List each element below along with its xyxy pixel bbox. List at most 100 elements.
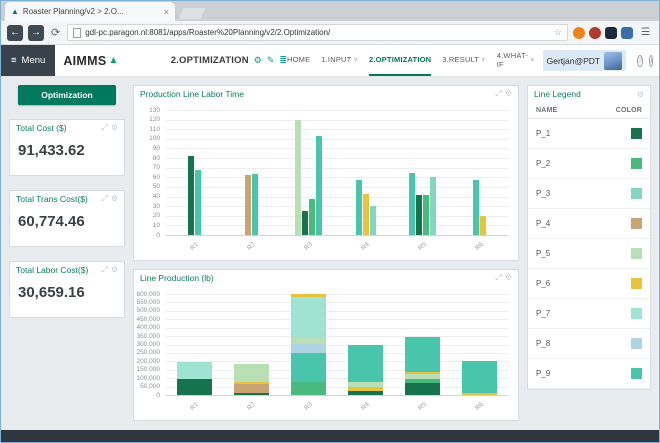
center-column: Production Line Labor Time ⤢ ⚙ 0 10 20 30 40… [133, 85, 519, 422]
favicon-icon: ▲ [11, 7, 19, 16]
segment-R4-P_9 [347, 345, 384, 382]
help-icon[interactable]: ? [637, 54, 644, 67]
url-input[interactable]: gdl-pc.paragon.nl:8081/apps/Roaster%20Pl… [67, 24, 569, 41]
total-cost-value: 91,433.62 [18, 142, 85, 159]
legend-row[interactable]: P_8 [528, 329, 650, 359]
x-axis: R1 R2 R3 R4 R5 R6 [188, 401, 485, 412]
legend-row[interactable]: P_9 [528, 359, 650, 389]
tab-title: Roaster Planning/v2 > 2.O... [22, 7, 124, 16]
tab-strip: ▲ Roaster Planning/v2 > 2.O... × [1, 1, 659, 21]
info-icon[interactable]: i [649, 54, 654, 67]
gear-icon[interactable]: ⚙ [505, 89, 512, 99]
total-labor-cost-card: Total Labor Cost($) ⤢ ⚙ 30,659.16 [9, 261, 125, 318]
legend-row[interactable]: P_4 [528, 209, 650, 239]
refresh-icon[interactable]: ⟳ [49, 26, 62, 39]
legend-row[interactable]: P_2 [528, 149, 650, 179]
segment-R2-P_4 [233, 383, 270, 393]
gear-icon[interactable]: ⚙ [111, 265, 118, 275]
browser-menu-icon[interactable]: ☰ [638, 27, 653, 38]
list-icon[interactable]: ≣ [279, 55, 287, 66]
hamburger-icon: ≡ [11, 55, 17, 66]
page-title: 2.OPTIMIZATION [170, 55, 249, 66]
gear-icon[interactable]: ⚙ [111, 194, 118, 204]
bar-R3-P_1 [302, 210, 308, 235]
plot-area [166, 294, 508, 396]
top-navigation: HOME 1.INPUT ∨ 2.OPTIMIZATION 3.RESULT ∨ 4.WHA… [287, 45, 543, 76]
total-trans-cost-value: 60,774.46 [18, 213, 85, 230]
edit-pencil-icon[interactable]: ✎ [267, 55, 275, 66]
chart-title: Production Line Labor Time [140, 89, 244, 99]
new-tab-button[interactable] [178, 8, 206, 19]
menu-button[interactable]: ≡ Menu [1, 45, 56, 76]
line-production-chart-card: Line Production (lb) ⤢ ⚙ 0 50,000 100,000 1… [133, 269, 519, 421]
user-chip[interactable]: Gertjan@PDT [542, 50, 627, 71]
bar-R4-P_6 [362, 193, 369, 235]
bookmark-star-icon[interactable]: ☆ [554, 27, 562, 38]
segment-R4-P_1 [347, 390, 384, 395]
bar-R4-P_3 [369, 206, 376, 235]
extension-dark-icon[interactable] [605, 26, 618, 39]
url-text[interactable]: gdl-pc.paragon.nl:8081/apps/Roaster%20Pl… [85, 28, 550, 37]
browser-window: ▲ Roaster Planning/v2 > 2.O... × ← → ⟳ g… [0, 0, 660, 443]
segment-R3-P_7 [290, 297, 327, 338]
segment-R1-P_7 [176, 362, 213, 380]
expand-icon[interactable]: ⤢ [101, 265, 107, 275]
chevron-down-icon: ∨ [481, 57, 486, 63]
chart-title: Line Production (lb) [140, 273, 214, 283]
segment-R5-P_6 [404, 372, 441, 374]
app-header: ≡ Menu AIMMS ▲ 2.OPTIMIZATION ⚙ ✎ ≣ HOME… [1, 45, 659, 77]
extension-orange-icon[interactable] [573, 26, 586, 39]
bar-R1-P_1 [188, 156, 194, 235]
expand-icon[interactable]: ⤢ [101, 194, 107, 204]
legend-row[interactable]: P_3 [528, 179, 650, 209]
expand-icon[interactable]: ⤢ [495, 273, 501, 283]
avatar [604, 51, 623, 70]
gear-icon[interactable]: ⚙ [637, 90, 644, 99]
nav-item-home[interactable]: HOME [287, 45, 310, 76]
legend-row[interactable]: P_6 [528, 269, 650, 299]
y-axis: 0 10 20 30 40 50 60 70 80 90 100 110 120 130 [149, 106, 160, 239]
optimization-page-button[interactable]: Optimization [18, 85, 116, 105]
bar-R3-P_9 [316, 135, 322, 235]
plot-area [166, 110, 508, 236]
expand-icon[interactable]: ⤢ [101, 123, 107, 133]
gear-icon[interactable]: ⚙ [505, 273, 512, 283]
extension-red-icon[interactable] [589, 26, 602, 39]
legend-row[interactable]: P_7 [528, 299, 650, 329]
legend-name: P_1 [536, 129, 551, 138]
nav-item-3-result[interactable]: 3.RESULT ∨ [442, 45, 485, 76]
legend-color-swatch [631, 368, 642, 379]
gear-icon[interactable]: ⚙ [111, 123, 118, 133]
segment-R5-P_1 [404, 383, 441, 395]
chevron-down-icon: ∨ [353, 57, 359, 63]
tab-close-icon[interactable]: × [164, 7, 169, 17]
legend-row[interactable]: P_5 [528, 239, 650, 269]
y-axis: 0 50,000 100,000 150,000 200,000 250,000 300,0… [136, 290, 161, 399]
nav-item-1-input[interactable]: 1.INPUT ∨ [321, 45, 358, 76]
browser-tab[interactable]: ▲ Roaster Planning/v2 > 2.O... × [5, 2, 175, 21]
back-icon[interactable]: ← [7, 24, 23, 41]
segment-R3-P_5 [290, 337, 327, 344]
segment-R4-P_6 [347, 387, 384, 391]
total-cost-card: Total Cost ($) ⤢ ⚙ 91,433.62 [9, 119, 125, 176]
bar-R4-P_9 [355, 180, 362, 235]
extension-icons [573, 26, 634, 39]
expand-icon[interactable]: ⤢ [495, 89, 501, 99]
legend-row[interactable]: P_1 [528, 119, 650, 149]
forward-icon[interactable]: → [28, 24, 44, 41]
nav-item-4-what-if[interactable]: 4.WHAT-IF ∨ [497, 45, 535, 76]
chevron-down-icon: ∨ [530, 57, 535, 63]
legend-name: P_5 [536, 249, 551, 258]
legend-color-swatch [631, 128, 642, 139]
segment-R1-P_1 [176, 379, 213, 395]
card-title: Total Labor Cost($) [16, 265, 89, 275]
segment-R3-P_8 [290, 343, 327, 353]
settings-gear-icon[interactable]: ⚙ [254, 55, 262, 66]
segment-R3-P_9 [290, 352, 327, 382]
legend-rows: P_1 P_2 P_3 P_4 P_5 P_6 P_7 P_8 P_9 [528, 119, 650, 389]
legend-name: P_7 [536, 309, 551, 318]
nav-item-2-optimization[interactable]: 2.OPTIMIZATION [369, 45, 432, 76]
segment-R5-P_5 [404, 373, 441, 380]
extension-blue-icon[interactable] [621, 26, 634, 39]
legend-name: P_2 [536, 159, 551, 168]
